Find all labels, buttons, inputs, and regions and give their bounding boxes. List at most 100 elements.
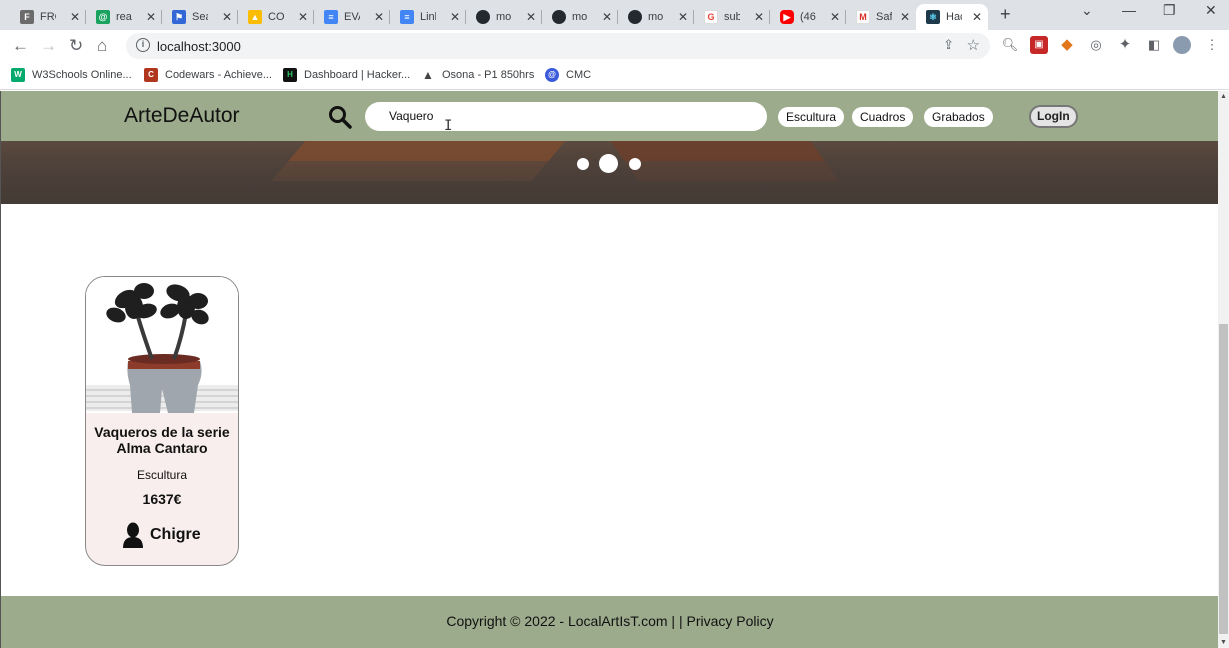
browser-tab-strip: F FRC ✕ @ rea ✕ ⚑ Sea ✕ ▲ COI ✕ ≡ EVA ✕ … <box>0 0 1229 30</box>
tab-close-icon[interactable]: ✕ <box>450 10 460 24</box>
tab-close-icon[interactable]: ✕ <box>900 10 910 24</box>
tab-favicon-icon: F <box>20 10 34 24</box>
metamask-icon[interactable]: ◆ <box>1058 36 1076 54</box>
page-viewport: ArteDeAutor I Escultura Cuadros Grabados… <box>0 91 1218 648</box>
bookmark-item[interactable]: H Dashboard | Hacker... <box>283 68 410 82</box>
tab-close-icon[interactable]: ✕ <box>754 10 764 24</box>
bookmark-item[interactable]: W W3Schools Online... <box>11 68 132 82</box>
extension-red-icon[interactable]: ▣ <box>1030 36 1048 54</box>
browser-tab[interactable]: ▲ COI ✕ <box>238 4 314 30</box>
category-button-cuadros[interactable]: Cuadros <box>852 107 914 127</box>
product-title[interactable]: Vaqueros de la serie Alma Cantaro <box>86 424 238 456</box>
product-price: 1637€ <box>142 491 182 507</box>
address-url: localhost:3000 <box>157 39 241 54</box>
carousel-dot[interactable] <box>629 158 641 170</box>
extension-circle-icon[interactable]: ◎ <box>1087 36 1105 54</box>
scroll-down-icon[interactable]: ▼ <box>1220 639 1227 646</box>
bookmark-star-icon[interactable]: ☆ <box>967 36 980 54</box>
tab-close-icon[interactable]: ✕ <box>70 10 80 24</box>
carousel-dot[interactable] <box>577 158 589 170</box>
tab-favicon-icon: @ <box>96 10 110 24</box>
browser-tab[interactable]: ⚑ Sea ✕ <box>162 4 238 30</box>
site-header: ArteDeAutor I Escultura Cuadros Grabados… <box>1 91 1218 141</box>
search-field[interactable] <box>365 102 767 131</box>
page-scrollbar[interactable]: ▲ ▼ <box>1218 91 1229 648</box>
hackerrank-icon: H <box>283 68 297 82</box>
user-icon <box>123 522 143 548</box>
product-card[interactable]: Vaqueros de la serie Alma Cantaro Escult… <box>85 276 239 566</box>
browser-tab-active[interactable]: ⚛ Hac ✕ <box>916 4 988 30</box>
back-icon[interactable]: ← <box>12 36 29 56</box>
restore-button[interactable]: ❐ <box>1163 2 1176 19</box>
tab-favicon-icon: ▲ <box>248 10 262 24</box>
address-bar[interactable]: i localhost:3000 ⇪ ☆ <box>126 33 990 59</box>
bookmarks-bar: W W3Schools Online... C Codewars - Achie… <box>0 63 1229 90</box>
tab-close-icon[interactable]: ✕ <box>830 10 840 24</box>
gmail-icon: M <box>856 10 870 24</box>
tab-close-icon[interactable]: ✕ <box>374 10 384 24</box>
scroll-up-icon[interactable]: ▲ <box>1220 93 1227 100</box>
react-icon: ⚛ <box>926 10 940 24</box>
search-icon[interactable] <box>328 105 352 129</box>
close-window-button[interactable]: ✕ <box>1205 2 1217 19</box>
reload-icon[interactable]: ↻ <box>69 36 83 56</box>
side-panel-icon[interactable]: ◧ <box>1145 36 1163 54</box>
bookmark-item[interactable]: @ CMC <box>545 68 591 82</box>
tab-close-icon[interactable]: ✕ <box>222 10 232 24</box>
tab-close-icon[interactable]: ✕ <box>602 10 612 24</box>
tab-search-button[interactable]: ⌄ <box>1081 2 1093 19</box>
browser-tab[interactable]: @ rea ✕ <box>86 4 162 30</box>
browser-tab[interactable]: ≡ Link ✕ <box>390 4 466 30</box>
extensions-puzzle-icon[interactable]: ✦ <box>1116 36 1134 54</box>
product-author[interactable]: Chigre <box>122 522 201 548</box>
author-name: Chigre <box>150 526 201 543</box>
w3schools-icon: W <box>11 68 25 82</box>
google-icon: G <box>704 10 718 24</box>
tab-close-icon[interactable]: ✕ <box>678 10 688 24</box>
browser-tab[interactable]: ▶ (46 ✕ <box>770 4 846 30</box>
browser-menu-icon[interactable]: ⋮ <box>1203 36 1221 54</box>
browser-tab[interactable]: mo ✕ <box>466 4 542 30</box>
login-button[interactable]: LogIn <box>1029 105 1078 128</box>
share-icon[interactable]: ⇪ <box>943 37 954 53</box>
text-cursor-icon: I <box>444 118 453 134</box>
mountain-icon: ▲ <box>422 68 434 82</box>
bookmark-item[interactable]: ▲ Osona - P1 850hrs <box>421 68 534 82</box>
site-info-icon[interactable]: i <box>136 38 150 52</box>
github-icon <box>552 10 566 24</box>
zoom-icon[interactable]: 🔍︎ <box>1001 36 1019 54</box>
carousel-dot-active[interactable] <box>599 154 618 173</box>
new-tab-button[interactable]: + <box>1000 4 1011 25</box>
browser-tab[interactable]: M Saf ✕ <box>846 4 916 30</box>
tab-favicon-icon: ⚑ <box>172 10 186 24</box>
bookmark-item[interactable]: C Codewars - Achieve... <box>144 68 272 82</box>
browser-tab[interactable]: G sub ✕ <box>694 4 770 30</box>
search-input[interactable] <box>389 109 689 123</box>
codewars-icon: C <box>144 68 158 82</box>
site-logo[interactable]: ArteDeAutor <box>124 104 240 128</box>
product-image <box>86 277 238 413</box>
tab-favicon-icon: ≡ <box>324 10 338 24</box>
profile-avatar[interactable] <box>1173 36 1191 54</box>
browser-tab[interactable]: mo ✕ <box>618 4 694 30</box>
tab-close-icon[interactable]: ✕ <box>972 10 982 24</box>
github-icon <box>628 10 642 24</box>
site-footer: Copyright © 2022 - LocalArtIsT.com | | P… <box>1 596 1218 648</box>
forward-icon[interactable]: → <box>40 36 57 56</box>
footer-copyright: Copyright © 2022 - LocalArtIsT.com | | P… <box>446 613 774 629</box>
minimize-button[interactable]: — <box>1122 2 1136 18</box>
category-button-grabados[interactable]: Grabados <box>924 107 993 127</box>
tab-close-icon[interactable]: ✕ <box>526 10 536 24</box>
browser-tab[interactable]: F FRC ✕ <box>10 4 86 30</box>
home-icon[interactable]: ⌂ <box>97 36 107 56</box>
scrollbar-thumb[interactable] <box>1219 324 1228 634</box>
github-icon <box>476 10 490 24</box>
product-category: Escultura <box>136 468 188 482</box>
category-button-escultura[interactable]: Escultura <box>778 107 845 127</box>
browser-tab[interactable]: ≡ EVA ✕ <box>314 4 390 30</box>
tab-favicon-icon: ≡ <box>400 10 414 24</box>
tab-close-icon[interactable]: ✕ <box>298 10 308 24</box>
tab-close-icon[interactable]: ✕ <box>146 10 156 24</box>
browser-toolbar: ← → ↻ ⌂ i localhost:3000 ⇪ ☆ 🔍︎ ▣ ◆ ◎ ✦ … <box>0 30 1229 63</box>
browser-tab[interactable]: mo ✕ <box>542 4 618 30</box>
